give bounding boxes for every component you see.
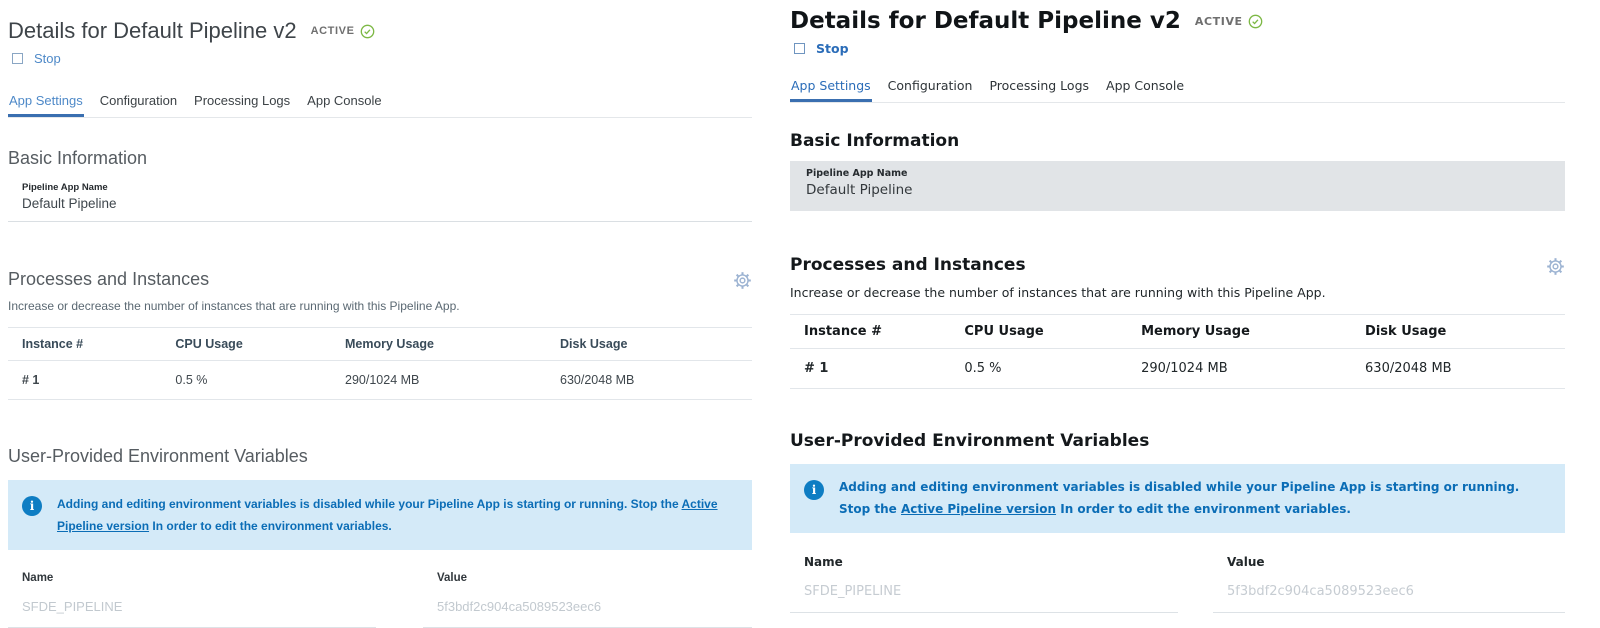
notice-text: Adding and editing environment variables… (57, 493, 732, 537)
basic-information-heading: Basic Information (790, 131, 1565, 151)
tab-app-console[interactable]: App Console (306, 93, 382, 117)
notice-text-after: In order to edit the environment variabl… (1056, 502, 1351, 516)
env-value-input[interactable]: 5f3bdf2c904ca5089523eec6 (1213, 584, 1565, 613)
env-vars-heading: User-Provided Environment Variables (8, 446, 752, 467)
info-icon: i (22, 496, 42, 516)
notice-text: Adding and editing environment variables… (839, 477, 1545, 520)
tab-configuration[interactable]: Configuration (99, 93, 178, 117)
table-row: # 1 0.5 % 290/1024 MB 630/2048 MB (790, 349, 1565, 389)
col-memory: Memory Usage (1141, 315, 1365, 349)
tab-app-console[interactable]: App Console (1105, 78, 1185, 102)
page-title: Details for Default Pipeline v2 (790, 8, 1181, 34)
col-disk: Disk Usage (560, 328, 752, 361)
processes-description: Increase or decrease the number of insta… (8, 299, 752, 313)
stop-button[interactable]: Stop (790, 41, 1565, 56)
pipeline-app-name-field: Pipeline App Name Default Pipeline (8, 179, 752, 222)
status-badge: ACTIVE (311, 25, 355, 37)
page-header: Details for Default Pipeline v2 ACTIVE (790, 8, 1565, 34)
pipeline-app-name-label: Pipeline App Name (806, 168, 1565, 179)
processes-heading: Processes and Instances (790, 255, 1026, 275)
check-circle-icon (1248, 14, 1263, 29)
env-name-label: Name (8, 572, 376, 584)
stop-icon (12, 53, 23, 64)
gear-icon[interactable] (733, 271, 752, 290)
col-cpu: CPU Usage (964, 315, 1141, 349)
tab-processing-logs[interactable]: Processing Logs (988, 78, 1090, 102)
active-pipeline-version-link[interactable]: Active Pipeline version (901, 502, 1056, 516)
col-memory: Memory Usage (345, 328, 560, 361)
cell-disk: 630/2048 MB (1365, 349, 1565, 389)
env-name-field: Name SFDE_PIPELINE (8, 572, 376, 628)
env-value-label: Value (1213, 555, 1565, 569)
col-cpu: CPU Usage (175, 328, 345, 361)
cell-cpu: 0.5 % (175, 361, 345, 400)
gear-icon[interactable] (1546, 257, 1565, 276)
col-disk: Disk Usage (1365, 315, 1565, 349)
env-vars-heading: User-Provided Environment Variables (790, 431, 1565, 451)
pipeline-app-name-value: Default Pipeline (22, 196, 752, 211)
info-icon: i (804, 480, 824, 500)
env-value-field: Value 5f3bdf2c904ca5089523eec6 (423, 572, 752, 628)
tab-bar: App Settings Configuration Processing Lo… (8, 93, 752, 118)
env-name-input[interactable]: SFDE_PIPELINE (8, 599, 376, 628)
stop-button[interactable]: Stop (8, 51, 752, 66)
env-var-row: Name SFDE_PIPELINE Value 5f3bdf2c904ca50… (8, 572, 752, 628)
tab-processing-logs[interactable]: Processing Logs (193, 93, 291, 117)
pipeline-app-name-label: Pipeline App Name (22, 182, 752, 193)
pipeline-details-panel-left: Details for Default Pipeline v2 ACTIVE S… (8, 0, 752, 628)
basic-information-heading: Basic Information (8, 148, 752, 169)
env-vars-notice-banner: i Adding and editing environment variabl… (790, 464, 1565, 533)
env-value-label: Value (423, 572, 752, 584)
pipeline-app-name-field: Pipeline App Name Default Pipeline (790, 161, 1565, 211)
col-instance: Instance # (8, 328, 175, 361)
check-circle-icon (360, 24, 375, 39)
processes-header: Processes and Instances (790, 255, 1565, 276)
tab-app-settings[interactable]: App Settings (8, 93, 84, 117)
col-instance: Instance # (790, 315, 964, 349)
env-var-row: Name SFDE_PIPELINE Value 5f3bdf2c904ca50… (790, 555, 1565, 613)
tab-app-settings[interactable]: App Settings (790, 78, 872, 102)
notice-text-before: Adding and editing environment variables… (57, 497, 682, 511)
cell-disk: 630/2048 MB (560, 361, 752, 400)
table-row: # 1 0.5 % 290/1024 MB 630/2048 MB (8, 361, 752, 400)
env-vars-notice-banner: i Adding and editing environment variabl… (8, 480, 752, 550)
cell-instance: # 1 (790, 349, 964, 389)
pipeline-details-panel-right: Details for Default Pipeline v2 ACTIVE S… (790, 0, 1565, 613)
processes-header: Processes and Instances (8, 269, 752, 290)
processes-heading: Processes and Instances (8, 269, 209, 290)
env-value-input[interactable]: 5f3bdf2c904ca5089523eec6 (423, 599, 752, 628)
env-name-input[interactable]: SFDE_PIPELINE (790, 584, 1178, 613)
instances-table: Instance # CPU Usage Memory Usage Disk U… (8, 327, 752, 400)
page-title: Details for Default Pipeline v2 (8, 18, 297, 44)
tab-configuration[interactable]: Configuration (887, 78, 974, 102)
stop-button-label: Stop (816, 41, 849, 56)
stop-button-label: Stop (34, 51, 61, 66)
stop-icon (794, 43, 805, 54)
cell-cpu: 0.5 % (964, 349, 1141, 389)
table-header-row: Instance # CPU Usage Memory Usage Disk U… (8, 328, 752, 361)
env-name-label: Name (790, 555, 1178, 569)
pipeline-app-name-value: Default Pipeline (806, 182, 1565, 198)
cell-memory: 290/1024 MB (345, 361, 560, 400)
tab-bar: App Settings Configuration Processing Lo… (790, 78, 1565, 103)
page-header: Details for Default Pipeline v2 ACTIVE (8, 18, 752, 44)
table-header-row: Instance # CPU Usage Memory Usage Disk U… (790, 315, 1565, 349)
cell-memory: 290/1024 MB (1141, 349, 1365, 389)
status-badge: ACTIVE (1195, 15, 1243, 28)
processes-description: Increase or decrease the number of insta… (790, 285, 1565, 300)
env-value-field: Value 5f3bdf2c904ca5089523eec6 (1213, 555, 1565, 613)
instances-table: Instance # CPU Usage Memory Usage Disk U… (790, 314, 1565, 389)
notice-text-after: In order to edit the environment variabl… (149, 519, 392, 533)
cell-instance: # 1 (8, 361, 175, 400)
env-name-field: Name SFDE_PIPELINE (790, 555, 1178, 613)
